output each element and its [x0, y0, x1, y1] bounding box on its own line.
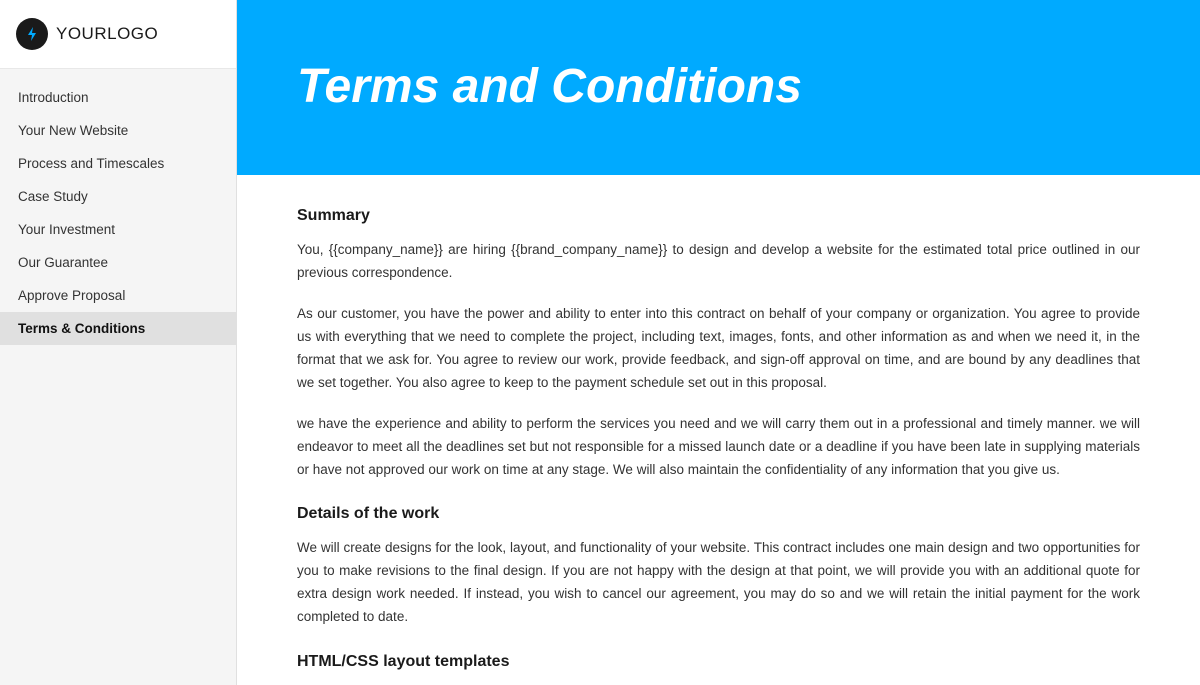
sidebar-item-4[interactable]: Your Investment: [0, 213, 236, 246]
logo-text: YOURLOGO: [56, 24, 158, 44]
main-content: Terms and Conditions Summary You, {{compa…: [237, 0, 1200, 685]
content-area: Summary You, {{company_name}} are hiring …: [237, 175, 1200, 685]
paragraph-0-2: we have the experience and ability to pe…: [297, 413, 1140, 482]
page-title: Terms and Conditions: [297, 61, 802, 114]
sidebar-item-7[interactable]: Terms & Conditions: [0, 312, 236, 345]
paragraph-1-0: We will create designs for the look, lay…: [297, 537, 1140, 629]
section-heading-0: Summary: [297, 207, 1140, 225]
sidebar-item-6[interactable]: Approve Proposal: [0, 279, 236, 312]
hero-banner: Terms and Conditions: [237, 0, 1200, 175]
section-heading-2: HTML/CSS layout templates: [297, 653, 1140, 671]
sidebar-item-5[interactable]: Our Guarantee: [0, 246, 236, 279]
logo-area: YOURLOGO: [0, 0, 236, 69]
sidebar-item-1[interactable]: Your New Website: [0, 114, 236, 147]
section-heading-1: Details of the work: [297, 505, 1140, 523]
sidebar-item-2[interactable]: Process and Timescales: [0, 147, 236, 180]
paragraph-0-1: As our customer, you have the power and …: [297, 303, 1140, 395]
sidebar: YOURLOGO IntroductionYour New WebsitePro…: [0, 0, 237, 685]
sidebar-item-3[interactable]: Case Study: [0, 180, 236, 213]
sidebar-nav: IntroductionYour New WebsiteProcess and …: [0, 69, 236, 685]
logo-icon: [16, 18, 48, 50]
sidebar-item-0[interactable]: Introduction: [0, 81, 236, 114]
paragraph-0-0: You, {{company_name}} are hiring {{brand…: [297, 239, 1140, 285]
